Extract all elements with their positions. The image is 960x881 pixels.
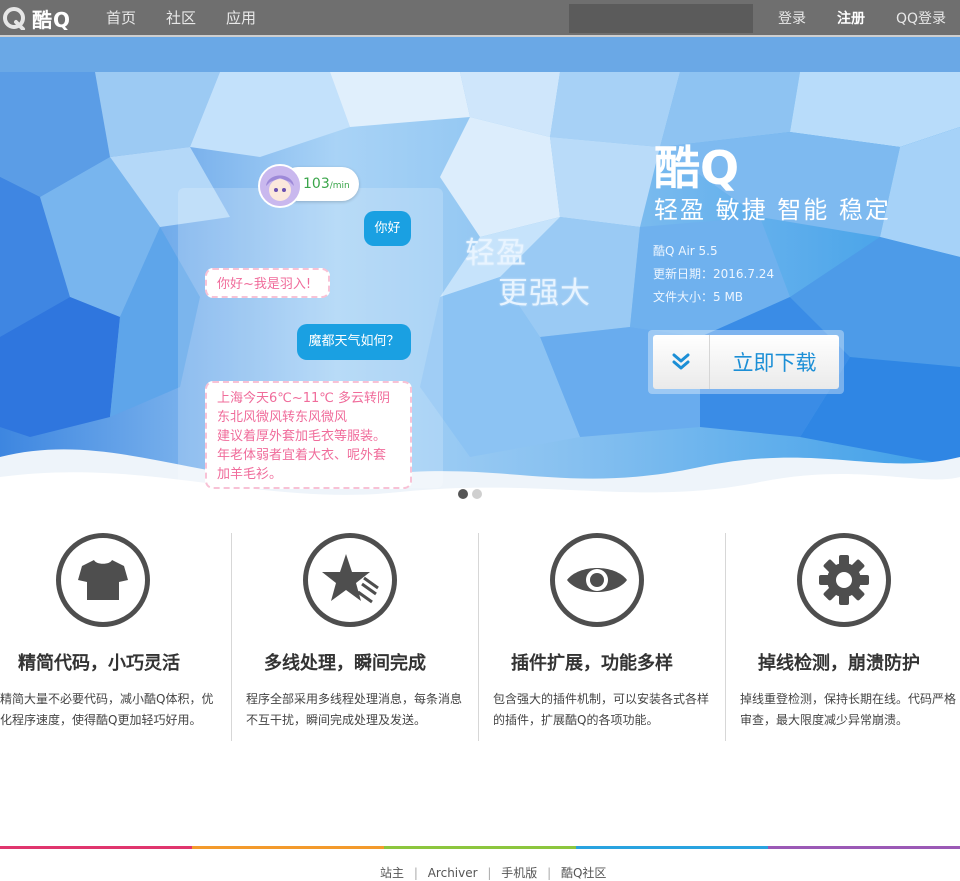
feature-title: 精简代码，小巧灵活 bbox=[18, 653, 180, 674]
avatar bbox=[258, 164, 302, 208]
feature-title: 多线处理，瞬间完成 bbox=[264, 653, 426, 674]
feature-plugins: 插件扩展，功能多样 包含强大的插件机制，可以安装各式各样 的插件，扩展酷Q的各项功… bbox=[493, 533, 739, 741]
banner-background bbox=[0, 37, 960, 507]
feature-multithread: 多线处理，瞬间完成 程序全部采用多线程处理消息，每条消息 不互干扰，瞬间完成处理及… bbox=[246, 533, 492, 741]
carousel-dot-2[interactable] bbox=[472, 489, 482, 499]
color-segment bbox=[384, 846, 576, 849]
footer-link[interactable]: 酷Q社区 bbox=[561, 866, 606, 880]
feature-title: 插件扩展，功能多样 bbox=[511, 653, 673, 674]
weather-line: 上海今天6℃~11℃ 多云转阴 bbox=[217, 391, 391, 406]
speed-value: 103 bbox=[303, 176, 330, 192]
logo-q-icon bbox=[3, 7, 25, 30]
top-navbar: 酷Q 首页 社区 应用 登录 注册 QQ登录 bbox=[0, 0, 960, 37]
file-size-text: 文件大小：5 MB bbox=[653, 290, 744, 304]
footer-separator: | bbox=[547, 866, 552, 880]
carousel-dots bbox=[458, 489, 482, 499]
product-name: 酷Q bbox=[654, 141, 740, 195]
feature-description: 程序全部采用多线程处理消息，每条消息 不互干扰，瞬间完成处理及发送。 bbox=[246, 692, 463, 727]
weather-line: 加羊毛衫。 bbox=[217, 467, 283, 482]
color-segment bbox=[768, 846, 960, 849]
feature-crash-protection: 掉线检测，崩溃防护 掉线重登检测，保持长期在线。代码严格 审查，最大限度减少异常崩… bbox=[740, 533, 960, 741]
logo[interactable]: 酷Q bbox=[2, 5, 72, 32]
footer-separator: | bbox=[413, 866, 418, 880]
login-link[interactable]: 登录 bbox=[778, 0, 806, 35]
slogan-line-1: 轻盈 bbox=[465, 236, 527, 271]
weather-line: 东北风微风转东风微风 bbox=[217, 410, 348, 425]
footer-link[interactable]: 站主 bbox=[380, 866, 404, 880]
register-label: 注册 bbox=[837, 10, 865, 27]
double-chevron-down-icon bbox=[653, 335, 710, 389]
hero-banner bbox=[0, 37, 960, 507]
version-text: 酷Q Air 5.5 bbox=[653, 244, 718, 258]
product-tagline: 轻盈 敏捷 智能 稳定 bbox=[654, 196, 891, 224]
chat-bubble-intro-text: 你好~我是羽入! bbox=[217, 277, 312, 292]
nav-apps-label: 应用 bbox=[226, 9, 257, 27]
chat-bubble-intro: 你好~我是羽入! bbox=[205, 268, 330, 298]
chat-bubble-hello: 你好 bbox=[364, 211, 411, 246]
chat-bubble-hello-text: 你好 bbox=[374, 221, 401, 236]
nav-home-label: 首页 bbox=[106, 9, 137, 27]
chat-bubble-weather-question-text: 魔都天气如何？ bbox=[308, 334, 400, 349]
gear-icon bbox=[797, 533, 891, 627]
chat-bubble-weather-question: 魔都天气如何？ bbox=[297, 324, 411, 360]
weather-line: 建议着厚外套加毛衣等服装。 bbox=[217, 429, 387, 444]
color-segment bbox=[192, 846, 384, 849]
feature-simple-code: 精简代码，小巧灵活 精简大量不必要代码，减小酷Q体积，优 化程序速度，使得酷Q更加… bbox=[0, 533, 246, 741]
nav-community-label: 社区 bbox=[166, 9, 197, 27]
color-segment bbox=[576, 846, 768, 849]
logo-text: 酷Q bbox=[32, 7, 72, 32]
footer-link[interactable]: Archiver bbox=[428, 866, 478, 880]
qq-login-link[interactable]: QQ登录 bbox=[896, 0, 946, 35]
footer-color-bar bbox=[0, 846, 960, 849]
chat-bubble-weather-answer: 上海今天6℃~11℃ 多云转阴 东北风微风转东风微风 建议着厚外套加毛衣等服装。… bbox=[205, 381, 412, 489]
search-input[interactable] bbox=[569, 4, 753, 33]
tshirt-icon bbox=[56, 533, 150, 627]
eye-icon bbox=[550, 533, 644, 627]
anime-avatar-icon bbox=[260, 166, 300, 206]
update-date-text: 更新日期：2016.7.24 bbox=[653, 267, 775, 281]
speed-unit: /min bbox=[329, 181, 350, 191]
slogan-line-2: 更强大 bbox=[498, 276, 591, 311]
star-icon bbox=[303, 533, 397, 627]
feature-description: 精简大量不必要代码，减小酷Q体积，优 化程序速度，使得酷Q更加轻巧好用。 bbox=[0, 692, 214, 727]
feature-description: 包含强大的插件机制，可以安装各式各样 的插件，扩展酷Q的各项功能。 bbox=[493, 692, 710, 727]
feature-title: 掉线检测，崩溃防护 bbox=[758, 653, 920, 674]
qq-login-label: QQ登录 bbox=[896, 10, 947, 27]
color-segment bbox=[0, 846, 192, 849]
feature-divider bbox=[478, 533, 479, 741]
nav-apps[interactable]: 应用 bbox=[226, 0, 256, 35]
login-label: 登录 bbox=[778, 10, 806, 27]
download-button[interactable]: 立即下载 bbox=[653, 335, 839, 389]
weather-line: 年老体弱者宜着大衣、呢外套 bbox=[217, 448, 387, 463]
nav-home[interactable]: 首页 bbox=[106, 0, 136, 35]
footer-separator: | bbox=[487, 866, 492, 880]
nav-community[interactable]: 社区 bbox=[166, 0, 196, 35]
register-link[interactable]: 注册 bbox=[837, 0, 865, 35]
download-button-label: 立即下载 bbox=[732, 351, 817, 375]
feature-divider bbox=[725, 533, 726, 741]
footer-link[interactable]: 手机版 bbox=[501, 866, 537, 880]
carousel-dot-1[interactable] bbox=[458, 489, 468, 499]
feature-divider bbox=[231, 533, 232, 741]
feature-description: 掉线重登检测，保持长期在线。代码严格 审查，最大限度减少异常崩溃。 bbox=[740, 692, 957, 727]
